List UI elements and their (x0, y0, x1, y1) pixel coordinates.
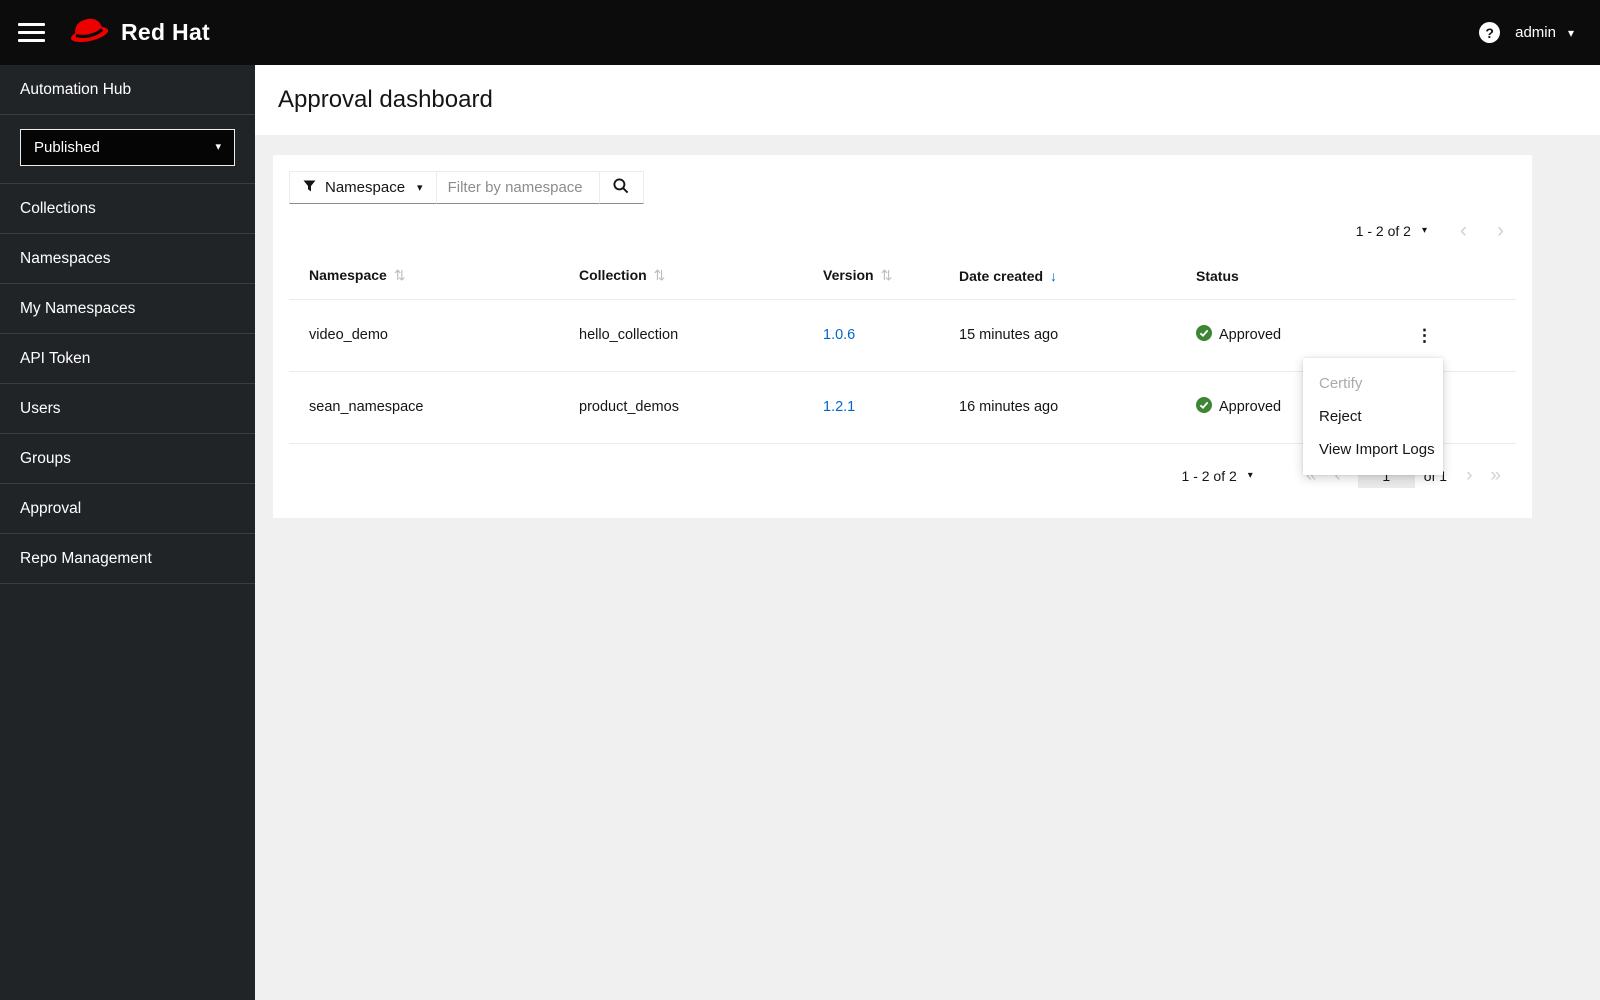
sort-icon: ⇅ (880, 267, 893, 284)
sidebar-item-collections[interactable]: Collections (0, 184, 255, 234)
last-page-button[interactable]: » (1481, 466, 1510, 485)
cell-namespace: sean_namespace (309, 399, 424, 415)
sort-icon: ⇅ (653, 267, 666, 284)
sidebar-item-api-token[interactable]: API Token (0, 334, 255, 384)
user-dropdown[interactable]: admin ▾ (1515, 24, 1574, 41)
cell-date-created: 15 minutes ago (959, 327, 1059, 343)
cell-namespace: video_demo (309, 327, 388, 343)
sidebar-item-my-namespaces[interactable]: My Namespaces (0, 284, 255, 334)
repo-select-wrap: Published ▾ (0, 115, 255, 184)
sidebar-item-users[interactable]: Users (0, 384, 255, 434)
pagination-range: 1 - 2 of 2 (1355, 222, 1411, 239)
angle-right-icon: › (1466, 465, 1473, 486)
caret-down-icon: ▾ (417, 182, 423, 194)
column-header-collection[interactable]: Collection ⇅ (559, 253, 803, 299)
search-icon (613, 178, 629, 197)
next-page-button[interactable]: › (1457, 466, 1481, 485)
application-window: Red Hat ? admin ▾ Automation Hub Publish… (0, 0, 1600, 1000)
filter-icon (303, 179, 316, 196)
pagination-top-range-dropdown[interactable]: 1 - 2 of 2 ▾ (1356, 223, 1427, 239)
menu-item-view-import-logs[interactable]: View Import Logs (1303, 433, 1443, 466)
masthead: Red Hat ? admin ▾ (0, 0, 1600, 65)
check-circle-icon (1196, 325, 1212, 345)
sort-desc-icon: ↓ (1050, 267, 1058, 284)
sidebar-item-automation-hub[interactable]: Automation Hub (0, 65, 255, 115)
namespace-filter-input[interactable] (436, 171, 600, 204)
cell-collection: product_demos (579, 399, 679, 415)
sidebar-item-approval[interactable]: Approval (0, 484, 255, 534)
repo-select-value: Published (34, 139, 100, 156)
table-header-row: Namespace ⇅ Collection ⇅ Version ⇅ Date cre… (289, 253, 1516, 299)
sort-icon: ⇅ (393, 267, 406, 284)
hamburger-menu-icon[interactable] (18, 18, 45, 47)
caret-down-icon: ▾ (1421, 225, 1427, 236)
caret-down-icon: ▾ (215, 141, 221, 153)
sidebar: Automation Hub Published ▾ Collections N… (0, 65, 255, 1000)
pagination-range: 1 - 2 of 2 (1181, 467, 1237, 484)
sidebar-item-namespaces[interactable]: Namespaces (0, 234, 255, 284)
kebab-menu-button[interactable]: ⋮ (1410, 323, 1439, 348)
angle-left-icon: ‹ (1460, 219, 1467, 242)
page-title: Approval dashboard (278, 86, 493, 113)
redhat-fedora-icon (66, 13, 112, 52)
pagination-bottom-range-dropdown[interactable]: 1 - 2 of 2 ▾ (1182, 468, 1253, 484)
pagination-top: 1 - 2 of 2 ▾ ‹ › (273, 212, 1532, 253)
repo-select[interactable]: Published ▾ (20, 129, 235, 166)
column-header-version[interactable]: Version ⇅ (803, 253, 939, 299)
username: admin (1515, 24, 1556, 41)
sidebar-item-repo-management[interactable]: Repo Management (0, 534, 255, 584)
help-icon[interactable]: ? (1479, 22, 1501, 43)
status-badge: Approved (1196, 325, 1384, 345)
filter-toolbar: Namespace ▾ (273, 155, 1532, 212)
menu-item-reject[interactable]: Reject (1303, 400, 1443, 433)
angle-double-right-icon: » (1490, 465, 1501, 486)
content-area: Namespace ▾ Filter by namespace 1 - 2 of… (255, 135, 1600, 1000)
filter-field-dropdown[interactable]: Namespace ▾ (289, 171, 437, 204)
page-header: Approval dashboard (255, 65, 1600, 135)
prev-page-button[interactable]: ‹ (1445, 220, 1482, 241)
status-label: Approved (1219, 399, 1282, 415)
kebab-icon: ⋮ (1416, 325, 1433, 345)
status-label: Approved (1219, 327, 1282, 343)
column-header-namespace[interactable]: Namespace ⇅ (289, 253, 559, 299)
version-link[interactable]: 1.2.1 (823, 399, 855, 415)
sidebar-item-groups[interactable]: Groups (0, 434, 255, 484)
row-actions-menu: Certify Reject View Import Logs (1303, 358, 1443, 475)
cell-collection: hello_collection (579, 327, 679, 343)
column-header-actions (1390, 253, 1516, 299)
angle-right-icon: › (1497, 219, 1504, 242)
column-header-status: Status (1196, 267, 1239, 284)
next-page-button[interactable]: › (1482, 220, 1519, 241)
brand-wordmark: Red Hat (121, 19, 211, 45)
menu-item-certify: Certify (1319, 375, 1363, 392)
check-circle-icon (1196, 397, 1212, 417)
column-header-date-created[interactable]: Date created ↓ (939, 253, 1176, 299)
version-link[interactable]: 1.0.6 (823, 327, 855, 343)
caret-down-icon: ▾ (1567, 25, 1574, 40)
cell-date-created: 16 minutes ago (959, 399, 1059, 415)
filter-field-label: Namespace (325, 179, 406, 196)
caret-down-icon: ▾ (1247, 470, 1253, 481)
search-button[interactable] (599, 171, 644, 204)
redhat-logo: Red Hat (66, 13, 210, 52)
